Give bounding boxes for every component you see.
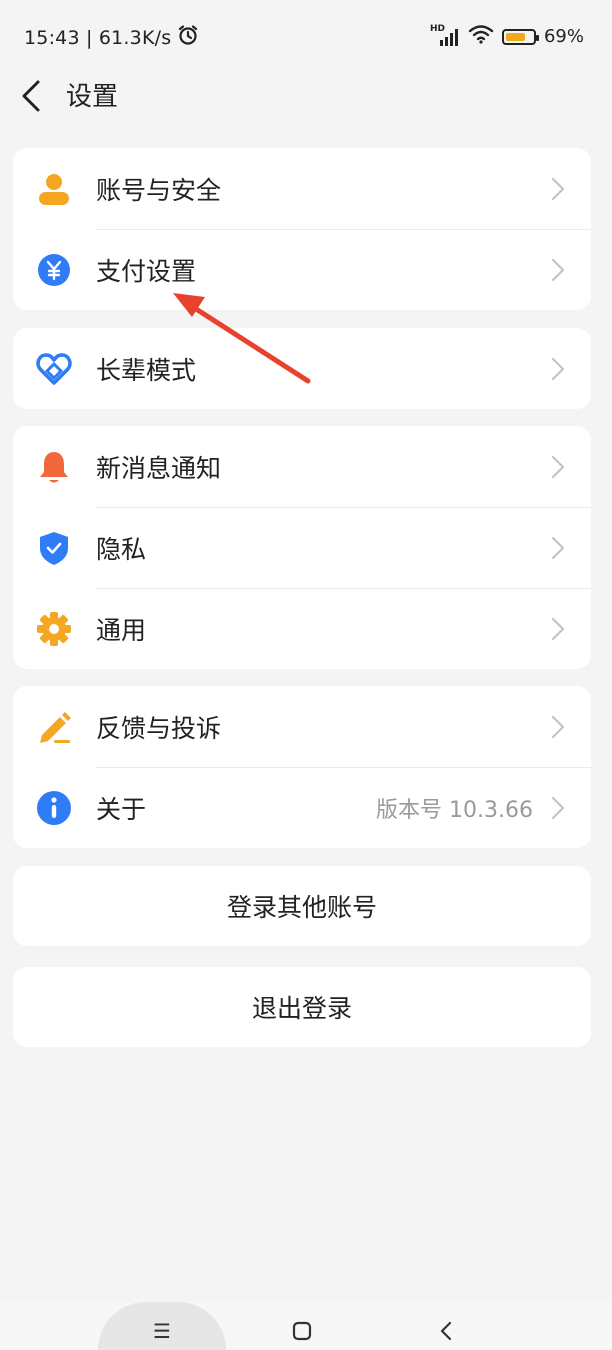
shield-icon (35, 529, 73, 567)
row-label: 新消息通知 (96, 453, 222, 483)
battery-icon (501, 28, 539, 45)
row-label: 关于 (96, 794, 147, 824)
status-bar: 15:43 | 61.3K/s HD 69% (0, 0, 612, 72)
settings-group-general: 新消息通知 隐私 通用 (13, 426, 591, 669)
chevron-right-icon (551, 715, 565, 738)
row-label: 通用 (96, 615, 147, 645)
alarm-icon (177, 24, 199, 51)
yuan-icon (35, 251, 73, 289)
chevron-right-icon (551, 357, 565, 380)
chevron-left-icon (22, 80, 40, 112)
battery-percent: 69% (543, 26, 584, 47)
row-label: 反馈与投诉 (96, 713, 222, 743)
menu-icon: ☰ (153, 1319, 171, 1343)
chevron-right-icon (551, 536, 565, 559)
battery-fill (505, 32, 525, 41)
row-label: 支付设置 (96, 256, 197, 286)
row-notifications[interactable]: 新消息通知 (13, 426, 591, 507)
row-feedback[interactable]: 反馈与投诉 (13, 686, 591, 767)
chevron-right-icon (551, 258, 565, 281)
status-left: 15:43 | 61.3K/s (24, 24, 199, 51)
info-icon (35, 789, 73, 827)
header: 设置 (0, 72, 612, 118)
status-right: HD 69% (430, 24, 584, 49)
row-privacy[interactable]: 隐私 (13, 507, 591, 588)
system-back-button[interactable] (420, 1302, 472, 1350)
signal-icon: HD (430, 24, 460, 47)
row-label: 账号与安全 (96, 175, 222, 205)
settings-group-elder: 长辈模式 (13, 328, 591, 409)
pencil-icon (35, 708, 73, 746)
row-about[interactable]: 关于 版本号 10.3.66 (13, 767, 591, 848)
chevron-right-icon (551, 796, 565, 819)
chevron-right-icon (551, 617, 565, 640)
switch-account-button[interactable]: 登录其他账号 (13, 866, 591, 946)
row-label: 隐私 (96, 534, 147, 564)
gear-icon (35, 610, 73, 648)
square-icon (292, 1321, 312, 1341)
settings-group-account: 账号与安全 支付设置 (13, 148, 591, 310)
person-icon (35, 170, 73, 208)
row-label: 长辈模式 (96, 355, 197, 385)
menu-button[interactable]: ☰ (98, 1302, 226, 1350)
settings-group-about: 反馈与投诉 关于 版本号 10.3.66 (13, 686, 591, 848)
bell-icon (35, 448, 73, 486)
chevron-left-icon (440, 1321, 452, 1341)
back-button[interactable] (14, 76, 50, 116)
row-account-security[interactable]: 账号与安全 (13, 148, 591, 229)
logout-button[interactable]: 退出登录 (13, 967, 591, 1047)
row-general[interactable]: 通用 (13, 588, 591, 669)
home-button[interactable] (276, 1302, 328, 1350)
chevron-right-icon (551, 177, 565, 200)
chevron-right-icon (551, 455, 565, 478)
system-nav-bar: ☰ (0, 1302, 612, 1350)
version-value: 版本号 10.3.66 (376, 797, 533, 823)
time-speed: 15:43 | 61.3K/s (24, 26, 172, 49)
heart-icon (35, 350, 73, 388)
page-title: 设置 (66, 82, 119, 112)
row-elder-mode[interactable]: 长辈模式 (13, 328, 591, 409)
row-payment-settings[interactable]: 支付设置 (13, 229, 591, 310)
wifi-icon (468, 24, 494, 49)
